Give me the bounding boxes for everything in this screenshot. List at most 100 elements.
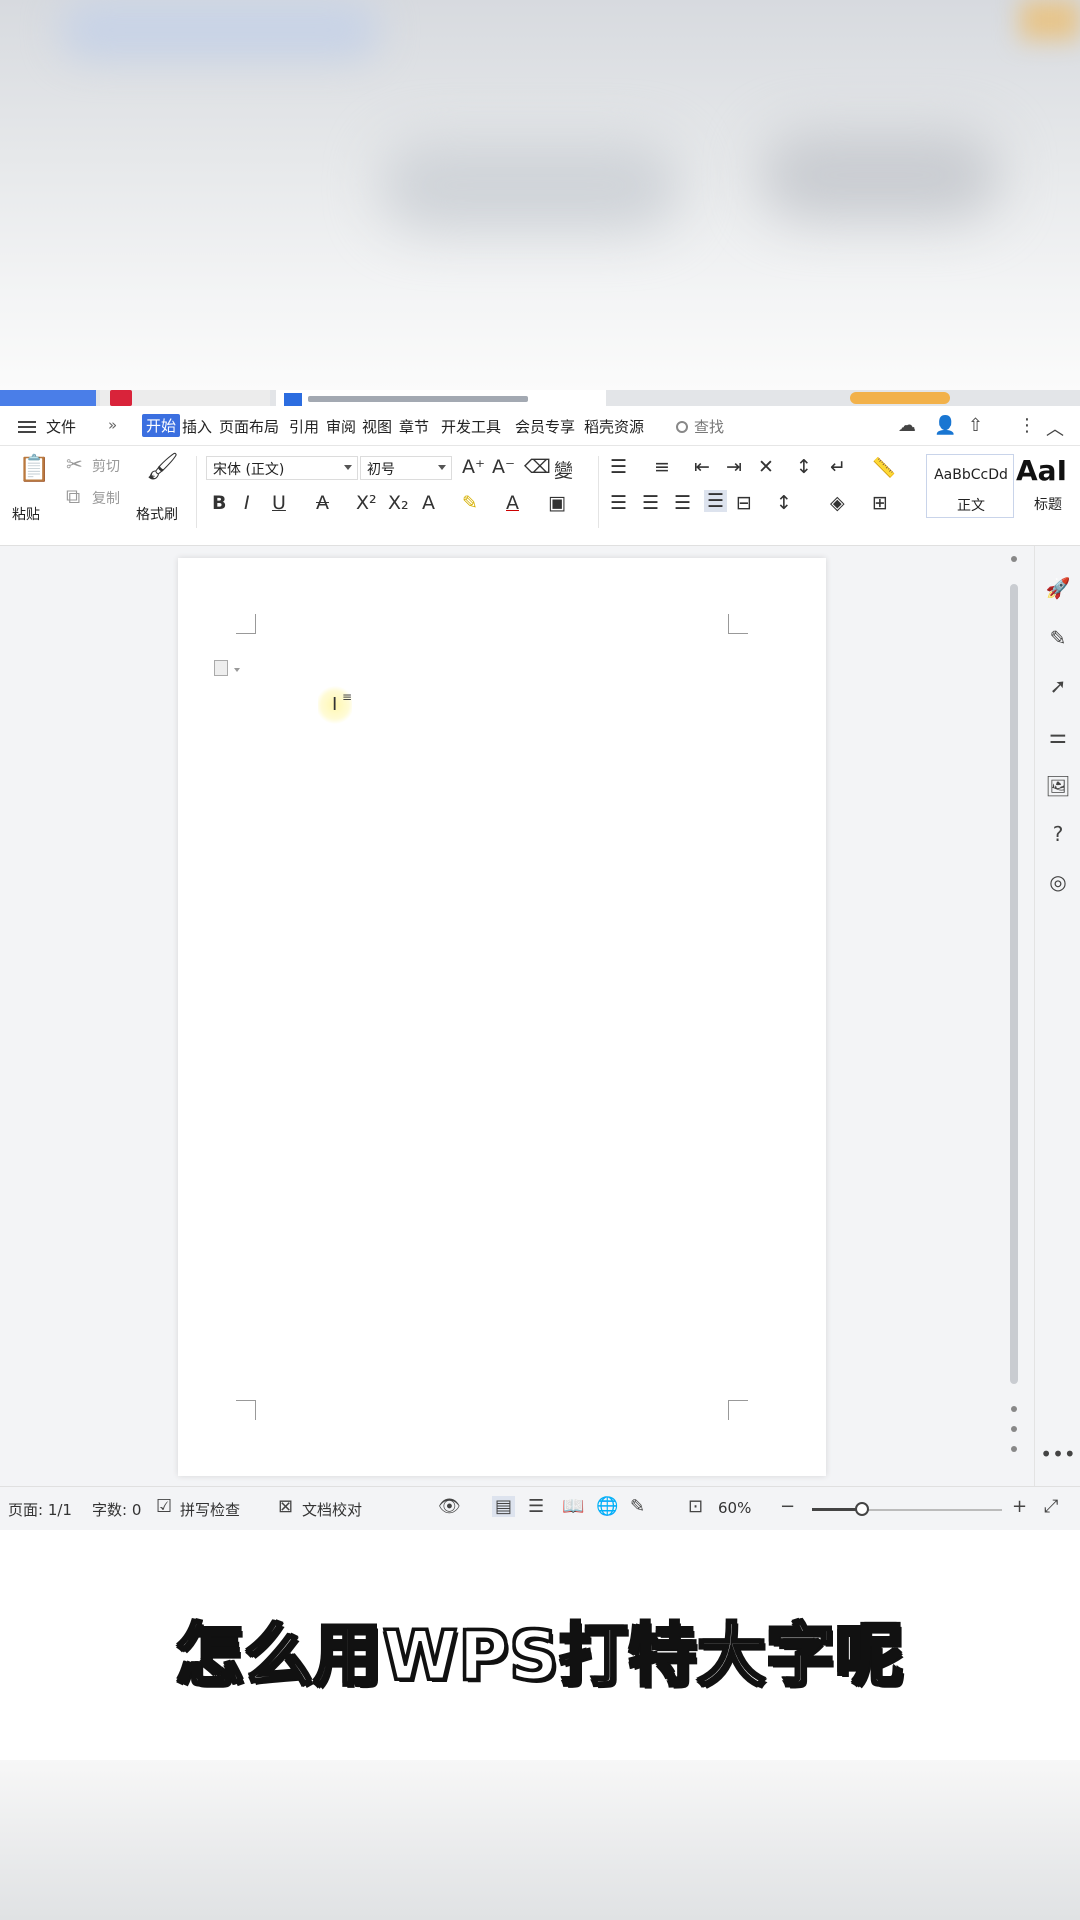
shrink-font-icon[interactable]: A⁻ — [492, 456, 515, 478]
tab-references[interactable]: 引用 — [289, 416, 319, 437]
document-tag-icon[interactable] — [214, 660, 228, 676]
location-icon[interactable]: ◎ — [1035, 870, 1080, 894]
tab-current-document[interactable] — [276, 390, 606, 406]
style-normal[interactable]: AaBbCcDd 正文 — [926, 454, 1014, 518]
align-left-icon[interactable]: ☰ — [610, 492, 627, 514]
decrease-indent-icon[interactable]: ⇤ — [694, 456, 710, 478]
more-options-icon[interactable]: ⋮ — [1018, 415, 1036, 436]
font-size-select[interactable]: 初号 — [360, 456, 452, 480]
zoom-in-icon[interactable]: + — [1012, 1496, 1027, 1517]
fit-page-icon[interactable]: ⊡ — [688, 1496, 703, 1517]
subscript-icon[interactable]: X₂ — [388, 492, 409, 514]
format-painter-icon[interactable]: 🖌 — [146, 452, 179, 482]
tab-chapter[interactable]: 章节 — [399, 416, 429, 437]
hamburger-menu-icon[interactable] — [18, 421, 36, 433]
align-right-icon[interactable]: ☰ — [674, 492, 691, 514]
ruler-icon[interactable]: 📏 — [872, 456, 896, 479]
write-mode-icon[interactable]: ✎ — [630, 1496, 645, 1517]
grow-font-icon[interactable]: A⁺ — [462, 456, 485, 478]
tab-page-layout[interactable]: 页面布局 — [219, 416, 279, 437]
reading-view-icon[interactable]: 📖 — [562, 1496, 584, 1517]
text-cursor: I ≡ — [318, 686, 352, 724]
vip-badge[interactable] — [850, 392, 950, 404]
copy-icon[interactable]: ⧉ — [66, 484, 80, 508]
font-color-icon[interactable]: A — [506, 492, 519, 514]
clear-format-icon[interactable]: ⌫ — [524, 456, 551, 478]
right-side-toolbar: 🚀 ✎ ➚ ⚌ 🖼 ? ◎ ••• — [1034, 546, 1080, 1486]
cut-button[interactable]: 剪切 — [92, 456, 120, 476]
char-border-icon[interactable]: ▣ — [548, 492, 566, 514]
tab-start[interactable]: 开始 — [142, 414, 181, 437]
collapse-ribbon-icon[interactable]: ︿ — [1046, 415, 1064, 441]
page-view-icon[interactable]: ▤ — [492, 1496, 516, 1517]
style-heading-name[interactable]: 标题 — [1034, 494, 1062, 514]
tab-docer[interactable] — [100, 390, 270, 406]
doc-proof-icon[interactable]: ⊠ — [278, 1496, 293, 1517]
blurred-background-bottom — [0, 1760, 1080, 1920]
chinese-layout-icon[interactable]: ✕ — [758, 456, 774, 478]
image-icon[interactable]: 🖼 — [1035, 774, 1080, 798]
tab-view[interactable]: 视图 — [362, 416, 392, 437]
sort-icon[interactable]: ↕ — [796, 456, 812, 478]
rocket-icon[interactable]: 🚀 — [1035, 576, 1080, 600]
cloud-sync-icon[interactable]: ☁ — [898, 415, 916, 436]
tab-insert[interactable]: 插入 — [182, 416, 212, 437]
distributed-icon[interactable]: ⊟ — [736, 492, 752, 514]
pen-icon[interactable]: ✎ — [1035, 626, 1080, 650]
strikethrough-icon[interactable]: A — [316, 492, 329, 514]
style-heading-sample[interactable]: AaI — [1016, 454, 1067, 487]
shading-icon[interactable]: ◈ — [830, 492, 845, 514]
outline-view-icon[interactable]: ☰ — [528, 1496, 544, 1517]
web-view-icon[interactable]: 🌐 — [596, 1496, 618, 1517]
word-count[interactable]: 字数: 0 — [92, 1499, 141, 1520]
zoom-out-icon[interactable]: − — [780, 1496, 795, 1517]
spell-check-icon[interactable]: ☑ — [156, 1496, 172, 1517]
copy-button[interactable]: 复制 — [92, 488, 120, 508]
document-page[interactable]: I ≡ — [178, 558, 826, 1476]
underline-icon[interactable]: U — [272, 492, 286, 514]
search-box[interactable]: 查找 — [676, 416, 724, 437]
tab-member[interactable]: 会员专享 — [515, 416, 575, 437]
tab-home[interactable] — [0, 390, 96, 406]
zoom-level[interactable]: 60% — [718, 1499, 751, 1517]
font-name-select[interactable]: 宋体 (正文) — [206, 456, 358, 480]
paste-button[interactable]: 粘贴 — [12, 504, 40, 524]
align-center-icon[interactable]: ☰ — [642, 492, 659, 514]
spell-check-button[interactable]: 拼写检查 — [180, 1499, 240, 1520]
select-pointer-icon[interactable]: ➚ — [1035, 674, 1080, 698]
page-indicator[interactable]: 页面: 1/1 — [8, 1499, 72, 1520]
text-effect-icon[interactable]: A — [422, 492, 435, 514]
justify-icon[interactable]: ☰ — [704, 490, 728, 512]
settings-sliders-icon[interactable]: ⚌ — [1035, 724, 1080, 748]
bullet-list-icon[interactable]: ☰ — [610, 456, 627, 478]
eye-protection-icon[interactable]: 👁 — [438, 1496, 461, 1517]
bold-icon[interactable]: B — [212, 492, 226, 514]
doc-proof-button[interactable]: 文档校对 — [302, 1499, 362, 1520]
numbered-list-icon[interactable]: ≡ — [654, 456, 670, 478]
share-icon[interactable]: ⇧ — [968, 415, 983, 436]
borders-icon[interactable]: ⊞ — [872, 492, 888, 514]
tab-developer[interactable]: 开发工具 — [441, 416, 501, 437]
zoom-slider-knob[interactable] — [855, 1502, 869, 1516]
scrollbar-thumb[interactable] — [1010, 584, 1018, 1384]
collaborate-icon[interactable]: 👤 — [934, 415, 956, 436]
format-painter-button[interactable]: 格式刷 — [136, 504, 178, 524]
tab-docer-resources[interactable]: 稻壳资源 — [584, 416, 644, 437]
italic-icon[interactable]: I — [244, 492, 250, 514]
menu-file[interactable]: 文件 — [46, 416, 76, 437]
cut-icon[interactable]: ✂ — [66, 452, 83, 476]
help-icon[interactable]: ? — [1035, 822, 1080, 846]
tab-review[interactable]: 审阅 — [326, 416, 356, 437]
paste-icon[interactable]: 📋 — [18, 454, 50, 484]
vertical-scrollbar[interactable] — [1004, 546, 1024, 1486]
line-spacing-icon[interactable]: ↕ — [776, 492, 792, 514]
fullscreen-icon[interactable]: ⤢ — [1044, 1496, 1058, 1517]
increase-indent-icon[interactable]: ⇥ — [726, 456, 742, 478]
highlight-icon[interactable]: ✎ — [462, 492, 478, 514]
phonetic-guide-icon[interactable]: 變 — [554, 456, 573, 483]
document-tag-dropdown-icon[interactable] — [234, 668, 240, 672]
show-marks-icon[interactable]: ↵ — [830, 456, 846, 478]
superscript-icon[interactable]: X² — [356, 492, 377, 514]
more-ellipsis-icon[interactable]: ••• — [1035, 1442, 1080, 1466]
menu-more-chevron-icon[interactable]: » — [108, 416, 117, 434]
